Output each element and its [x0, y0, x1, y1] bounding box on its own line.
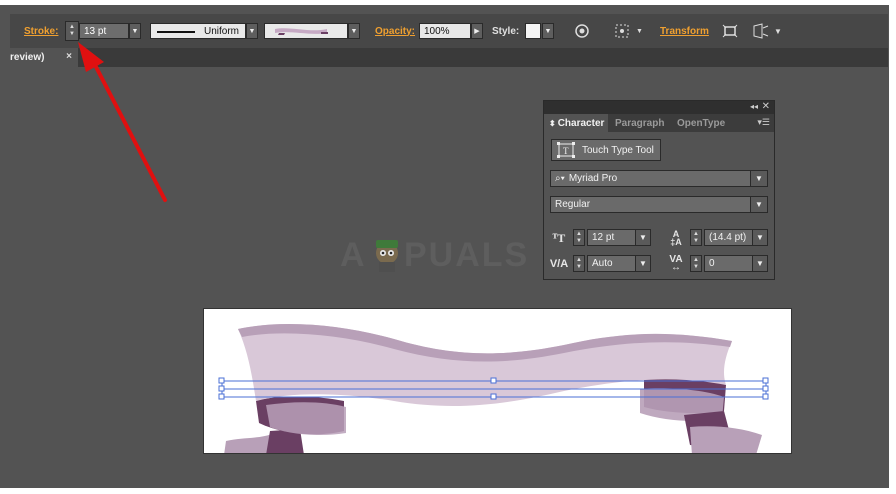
document-tab-strip: review) ×	[10, 48, 888, 67]
tab-character[interactable]: ⬍ Character	[544, 114, 608, 132]
close-panel-icon[interactable]: ✕	[762, 101, 770, 112]
brush-preview-icon	[275, 28, 328, 35]
tab-paragraph-label: Paragraph	[615, 117, 665, 129]
font-size-stepper[interactable]: ▲ ▼	[573, 229, 585, 246]
svg-text:PUALS: PUALS	[404, 236, 529, 274]
tracking-icon: VA ↔	[669, 254, 683, 273]
leading-icon: A ‡A	[670, 229, 682, 247]
watermark-logo: A PUALS	[338, 232, 548, 274]
artboard[interactable]	[203, 308, 792, 454]
recolor-artwork-icon[interactable]	[571, 20, 593, 42]
font-family-value: Myriad Pro	[568, 173, 618, 184]
tab-character-label: Character	[557, 117, 605, 129]
kerning-icon: V/A	[549, 258, 569, 270]
kerning-stepper[interactable]: ▲ ▼	[573, 255, 585, 272]
opacity-label-link[interactable]: Opacity:	[375, 26, 415, 37]
font-size-value: 12 pt	[592, 232, 615, 243]
style-dropdown[interactable]: ▼	[542, 23, 554, 39]
screenshot-border-right	[889, 0, 896, 494]
character-panel: ◂◂ ✕ ⬍ Character Paragraph OpenType ▾☰ T…	[543, 100, 775, 280]
tab-paragraph[interactable]: Paragraph	[610, 114, 670, 132]
transform-link[interactable]: Transform	[660, 26, 709, 37]
graphic-style-swatch[interactable]	[525, 23, 541, 39]
touch-type-label: Touch Type Tool	[582, 144, 654, 156]
tab-stepper-icon: ⬍	[549, 118, 556, 128]
isolate-group-icon[interactable]	[719, 20, 741, 42]
panel-menu-icon[interactable]: ▾☰	[757, 117, 770, 128]
profile-dropdown[interactable]: ▼	[246, 23, 258, 39]
chevron-down-icon[interactable]: ▼	[752, 230, 767, 245]
screenshot-border-bottom	[0, 488, 896, 494]
font-size-icon: ᵀT	[552, 230, 566, 245]
document-tab[interactable]: review) ×	[10, 48, 78, 67]
font-style-select[interactable]: Regular ▼	[550, 196, 768, 213]
font-search-icon: ⌕▾	[555, 173, 565, 184]
opacity-dropdown[interactable]: ▶	[471, 23, 483, 39]
kerning-field[interactable]: Auto ▼	[587, 255, 651, 272]
stroke-weight-field[interactable]: 13 pt	[79, 23, 129, 39]
ribbon-banner-artwork[interactable]	[204, 309, 792, 454]
leading-value: (14.4 pt)	[709, 232, 747, 243]
tab-opentype[interactable]: OpenType	[672, 114, 732, 132]
profile-label: Uniform	[203, 25, 239, 37]
panel-tabs: ⬍ Character Paragraph OpenType ▾☰	[544, 114, 774, 132]
svg-text:A: A	[340, 236, 367, 274]
collapse-panel-icon[interactable]: ◂◂	[750, 102, 758, 111]
leading-field[interactable]: (14.4 pt) ▼	[704, 229, 768, 246]
stroke-weight-dropdown[interactable]: ▼	[129, 23, 141, 39]
screenshot-border-top	[0, 0, 896, 5]
align-dropdown-icon[interactable]: ▼	[636, 28, 643, 35]
chevron-down-icon[interactable]: ▼	[752, 256, 767, 271]
controlbar-more-icon[interactable]: ▼	[774, 27, 782, 36]
tab-opentype-label: OpenType	[677, 117, 726, 129]
brush-definition[interactable]	[264, 23, 348, 39]
chevron-down-icon[interactable]: ▼	[635, 256, 650, 271]
brush-dropdown[interactable]: ▼	[348, 23, 360, 39]
font-style-value: Regular	[555, 199, 591, 210]
variable-width-profile[interactable]: Uniform	[150, 23, 246, 39]
kerning-value: Auto	[592, 258, 613, 269]
opacity-field[interactable]: 100%	[419, 23, 471, 39]
panel-titlebar[interactable]: ◂◂ ✕	[544, 101, 774, 114]
chevron-down-icon[interactable]: ▼	[635, 230, 650, 245]
watermark-mascot-icon: A PUALS	[340, 236, 529, 274]
document-tab-title: review)	[10, 52, 45, 63]
font-size-field[interactable]: 12 pt ▼	[587, 229, 651, 246]
font-family-select[interactable]: ⌕▾ Myriad Pro ▼	[550, 170, 768, 187]
tracking-stepper[interactable]: ▲ ▼	[690, 255, 702, 272]
align-to-selection-icon[interactable]	[612, 20, 634, 42]
chevron-down-icon[interactable]: ▼	[750, 171, 767, 186]
close-icon[interactable]: ×	[63, 51, 75, 63]
stroke-label-link[interactable]: Stroke:	[24, 26, 58, 37]
style-label: Style:	[492, 25, 520, 37]
envelope-distort-icon[interactable]	[750, 20, 772, 42]
touch-type-icon: T	[557, 142, 575, 158]
tracking-value: 0	[709, 258, 715, 269]
tracking-field[interactable]: 0 ▼	[704, 255, 768, 272]
leading-stepper[interactable]: ▲ ▼	[690, 229, 702, 246]
chevron-down-icon[interactable]: ▼	[750, 197, 767, 212]
stroke-weight-spinner[interactable]: ▲ ▼	[65, 21, 79, 41]
profile-line-icon	[157, 31, 195, 33]
svg-text:T: T	[563, 146, 569, 156]
control-bar: Stroke: ▲ ▼ 13 pt ▼ Uniform ▼ ▼ Opacity: …	[10, 14, 888, 49]
touch-type-tool-button[interactable]: T Touch Type Tool	[551, 139, 661, 161]
